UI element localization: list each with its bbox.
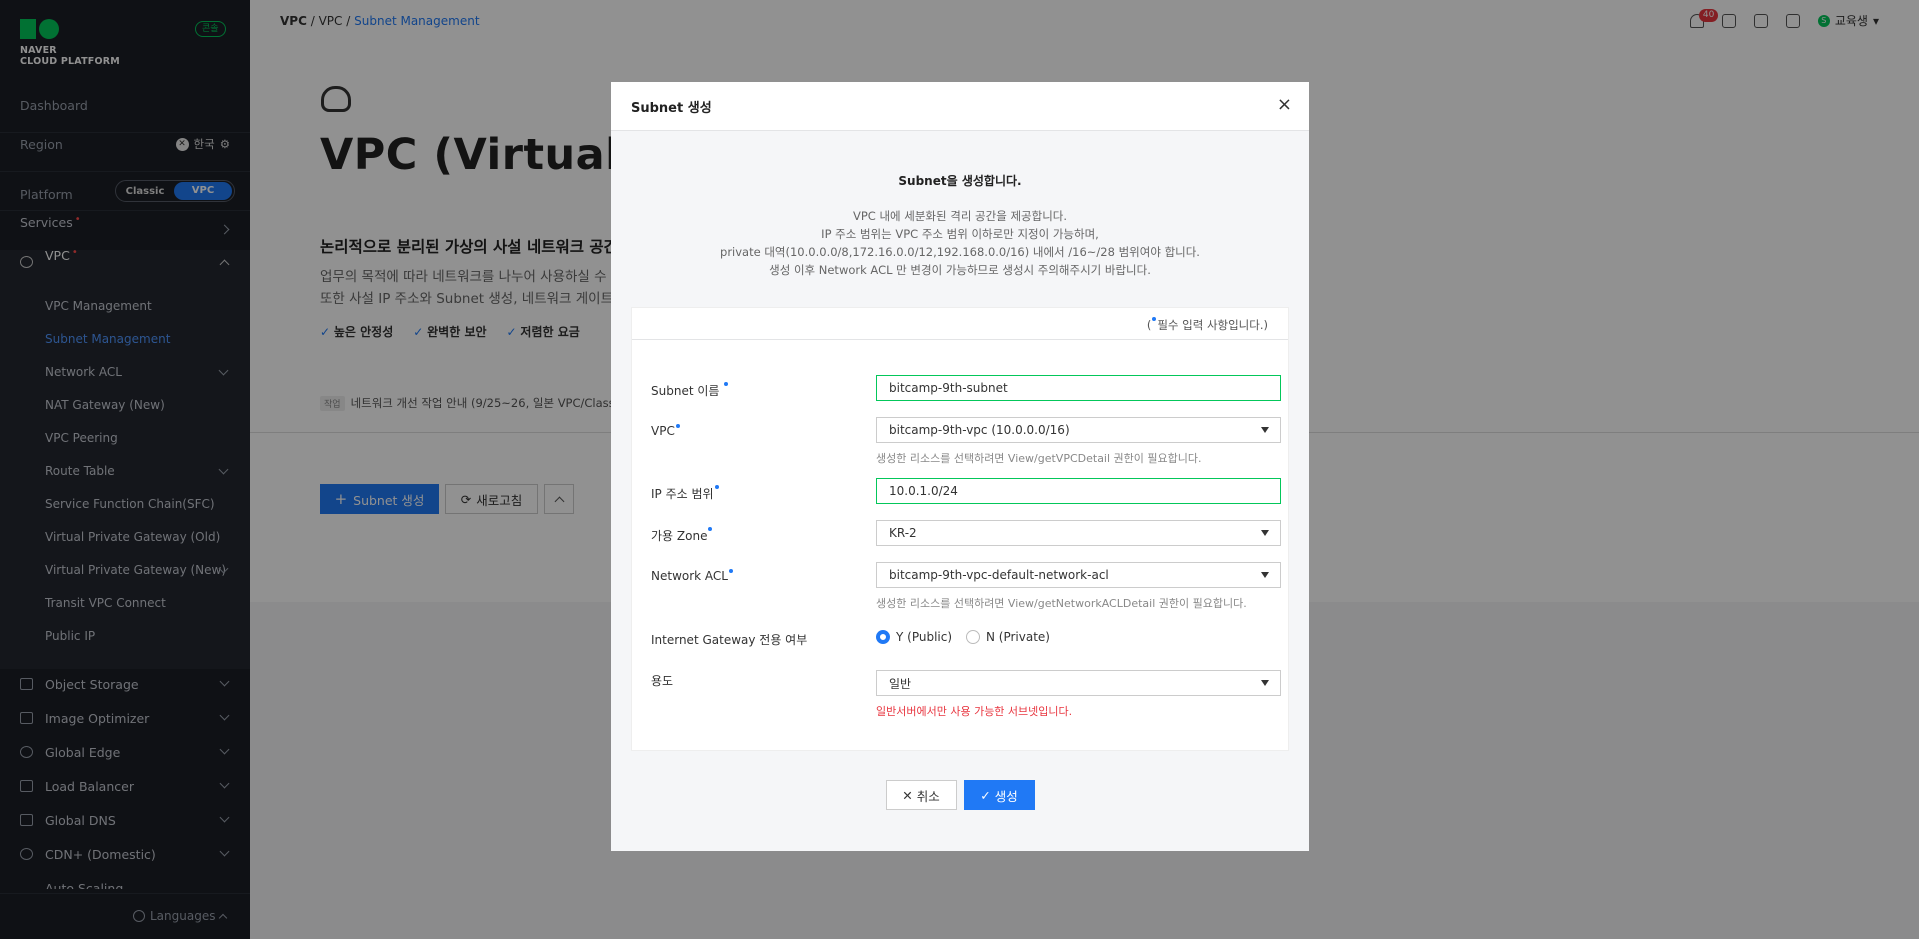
modal-info-line: VPC 내에 세분화된 격리 공간을 제공합니다. (852, 209, 1068, 223)
vpc-select[interactable]: bitcamp-9th-vpc (10.0.0.0/16) (876, 417, 1281, 443)
check-icon: ✓ (980, 787, 991, 803)
modal-info-line: private 대역(10.0.0.0/8,172.16.0.0/12,192.… (720, 245, 1200, 259)
subnet-name-input[interactable]: bitcamp-9th-subnet (876, 375, 1281, 401)
igw-no-radio[interactable]: N (Private) (966, 630, 1050, 644)
zone-select[interactable]: KR-2 (876, 520, 1281, 546)
network-acl-select[interactable]: bitcamp-9th-vpc-default-network-acl (876, 562, 1281, 588)
modal-title: Subnet 생성 (631, 101, 712, 116)
vpc-label: VPC (651, 424, 681, 438)
subnet-name-label: Subnet 이름 (651, 382, 729, 399)
modal-heading: Subnet을 생성합니다. (898, 174, 1022, 188)
create-button[interactable]: ✓ 생성 (963, 780, 1035, 810)
close-icon: ✕ (902, 787, 913, 803)
usage-select[interactable]: 일반 (876, 670, 1281, 696)
usage-label: 용도 (651, 674, 674, 688)
required-note: (필수 입력 사항입니다.) (1146, 317, 1268, 332)
network-acl-label: Network ACL (651, 569, 734, 583)
ip-range-label: IP 주소 범위 (651, 485, 720, 502)
subnet-form: (필수 입력 사항입니다.) Subnet 이름 bitcamp-9th-sub… (631, 307, 1289, 751)
network-acl-hint: 생성한 리소스를 선택하려면 View/getNetworkACLDetail … (876, 597, 1247, 610)
zone-label: 가용 Zone (651, 527, 713, 544)
modal-info-line: 생성 이후 Network ACL 만 변경이 가능하므로 생성시 주의해주시기… (769, 263, 1151, 277)
close-icon[interactable]: × (1277, 94, 1292, 115)
create-subnet-modal: Subnet 생성 × Subnet을 생성합니다. VPC 내에 세분화된 격… (611, 82, 1309, 851)
cancel-button[interactable]: ✕ 취소 (885, 780, 957, 810)
modal-info-line: IP 주소 범위는 VPC 주소 범위 이하로만 지정이 가능하며, (821, 227, 1099, 241)
ip-range-input[interactable]: 10.0.1.0/24 (876, 478, 1281, 504)
igw-yes-radio[interactable]: Y (Public) (876, 630, 952, 644)
usage-warning: 일반서버에서만 사용 가능한 서브넷입니다. (876, 705, 1073, 718)
igw-label: Internet Gateway 전용 여부 (651, 633, 808, 647)
vpc-hint: 생성한 리소스를 선택하려면 View/getVPCDetail 권한이 필요합… (876, 452, 1202, 465)
